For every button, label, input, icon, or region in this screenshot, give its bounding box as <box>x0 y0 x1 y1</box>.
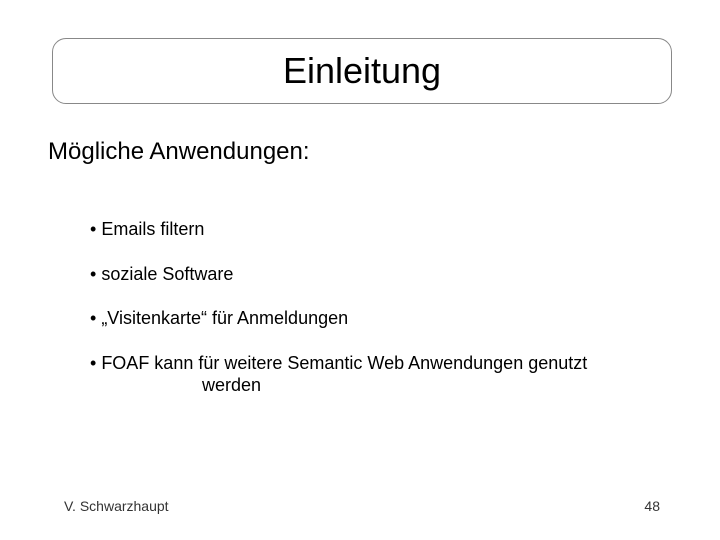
list-item-line1: FOAF kann für weitere Semantic Web Anwen… <box>101 353 587 373</box>
slide-title: Einleitung <box>283 50 441 92</box>
footer-page: 48 <box>644 498 660 514</box>
list-item: Emails filtern <box>90 218 670 241</box>
footer-author: V. Schwarzhaupt <box>64 498 169 514</box>
title-box: Einleitung <box>52 38 672 104</box>
bullet-list: Emails filtern soziale Software „Visiten… <box>90 218 670 419</box>
list-item-line2: werden <box>102 374 670 397</box>
list-item: soziale Software <box>90 263 670 286</box>
list-item: „Visitenkarte“ für Anmeldungen <box>90 307 670 330</box>
slide: Einleitung Mögliche Anwendungen: Emails … <box>0 0 720 540</box>
subheading: Mögliche Anwendungen: <box>48 138 310 166</box>
list-item: FOAF kann für weitere Semantic Web Anwen… <box>90 352 670 397</box>
